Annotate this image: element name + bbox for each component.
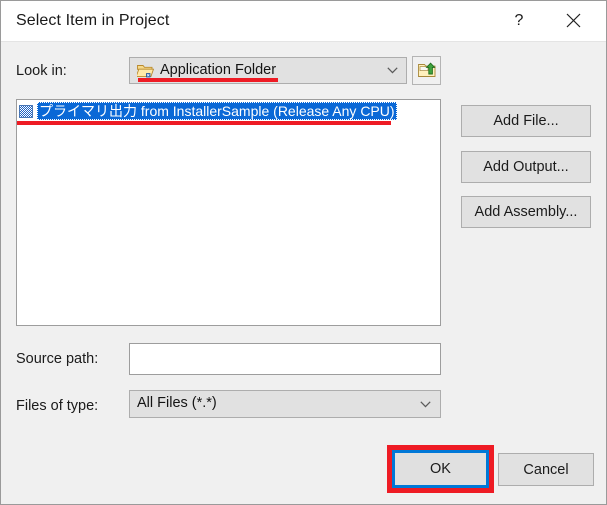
add-assembly-button[interactable]: Add Assembly... bbox=[461, 196, 591, 228]
files-of-type-value: All Files (*.*) bbox=[137, 395, 217, 411]
source-path-input[interactable] bbox=[129, 343, 441, 375]
files-of-type-label: Files of type: bbox=[16, 398, 99, 414]
list-item-label: プライマリ出力 from InstallerSample (Release An… bbox=[37, 102, 397, 120]
files-of-type-combobox[interactable]: All Files (*.*) bbox=[129, 390, 441, 418]
annotation-underline-list-item bbox=[17, 121, 391, 125]
up-one-level-button[interactable] bbox=[412, 56, 441, 85]
select-item-dialog: Select Item in Project ? Look in: Applic… bbox=[0, 0, 607, 505]
annotation-underline-look-in bbox=[138, 78, 278, 82]
project-output-icon bbox=[19, 104, 34, 119]
close-button[interactable] bbox=[550, 1, 596, 40]
add-file-button[interactable]: Add File... bbox=[461, 105, 591, 137]
help-button[interactable]: ? bbox=[496, 1, 542, 40]
list-item[interactable]: プライマリ出力 from InstallerSample (Release An… bbox=[18, 102, 397, 120]
chevron-down-icon bbox=[420, 401, 431, 408]
cancel-button[interactable]: Cancel bbox=[498, 453, 594, 486]
close-x-icon bbox=[550, 13, 596, 28]
look-in-label: Look in: bbox=[16, 63, 67, 79]
dialog-titlebar: Select Item in Project ? bbox=[1, 1, 606, 42]
chevron-down-icon bbox=[387, 67, 398, 74]
question-mark-icon: ? bbox=[514, 12, 524, 29]
open-folder-icon bbox=[135, 63, 155, 79]
source-path-label: Source path: bbox=[16, 351, 99, 367]
folder-up-arrow-icon bbox=[418, 62, 436, 79]
add-output-button[interactable]: Add Output... bbox=[461, 151, 591, 183]
annotation-rect-ok-button bbox=[387, 445, 494, 493]
look-in-value: Application Folder bbox=[160, 62, 277, 78]
dialog-title: Select Item in Project bbox=[16, 12, 170, 29]
project-items-listbox[interactable]: プライマリ出力 from InstallerSample (Release An… bbox=[16, 99, 441, 326]
